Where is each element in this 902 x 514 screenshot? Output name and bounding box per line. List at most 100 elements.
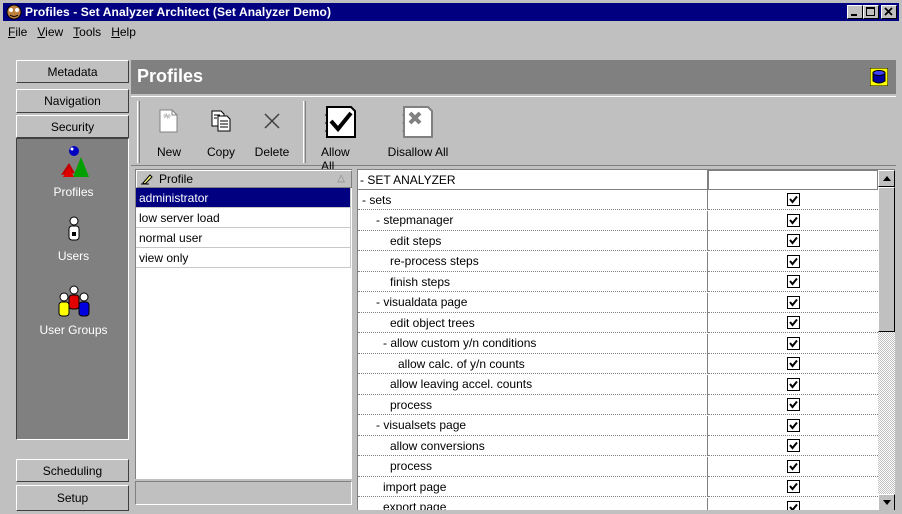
delete-icon bbox=[264, 113, 280, 129]
permission-label: - visualsets page bbox=[358, 415, 708, 436]
permission-cell bbox=[708, 354, 878, 374]
app-icon[interactable] bbox=[6, 4, 22, 20]
profile-row-view-only[interactable]: view only bbox=[136, 248, 351, 268]
scroll-thumb[interactable] bbox=[878, 187, 895, 332]
profile-row-low-server-load[interactable]: low server load bbox=[136, 208, 351, 228]
permission-row[interactable]: - sets bbox=[358, 190, 878, 210]
nav-item-users[interactable]: Users bbox=[17, 215, 130, 263]
pencil-icon bbox=[141, 174, 153, 185]
menu-file[interactable]: File bbox=[3, 25, 32, 39]
permission-label: allow leaving accel. counts bbox=[358, 374, 708, 395]
permission-label: - allow custom y/n conditions bbox=[358, 333, 708, 354]
vertical-scrollbar[interactable] bbox=[878, 170, 895, 510]
copy-button[interactable]: Copy bbox=[201, 101, 241, 163]
permission-row[interactable]: process bbox=[358, 395, 878, 415]
profile-row-normal-user[interactable]: normal user bbox=[136, 228, 351, 248]
scroll-down-button[interactable] bbox=[878, 494, 895, 510]
scroll-up-button[interactable] bbox=[878, 170, 895, 187]
permission-label: - visualdata page bbox=[358, 292, 708, 313]
permission-row[interactable]: edit object trees bbox=[358, 313, 878, 333]
permission-checkbox[interactable] bbox=[786, 295, 800, 309]
permission-row[interactable]: re-process steps bbox=[358, 251, 878, 272]
disallow-all-button[interactable]: Disallow All bbox=[383, 101, 453, 163]
window-title: Profiles - Set Analyzer Architect (Set A… bbox=[25, 5, 332, 19]
permission-checkbox[interactable] bbox=[786, 480, 800, 493]
permission-checkbox[interactable] bbox=[786, 377, 800, 391]
permission-row[interactable]: allow conversions bbox=[358, 436, 878, 456]
permission-label: finish steps bbox=[358, 272, 708, 292]
permission-cell bbox=[708, 457, 878, 477]
allow-all-icon bbox=[325, 106, 356, 138]
nav-setup-button[interactable]: Setup bbox=[16, 485, 129, 511]
security-panel: Profiles Users User Groups bbox=[16, 138, 129, 440]
checkmark-icon bbox=[788, 236, 798, 245]
permission-row[interactable]: - stepmanager bbox=[358, 210, 878, 231]
permission-tree: - SET ANALYZER - sets - stepmanager edit s… bbox=[357, 169, 895, 510]
permission-checkbox[interactable] bbox=[786, 254, 800, 268]
minimize-button[interactable] bbox=[847, 5, 863, 19]
permission-checkbox[interactable] bbox=[786, 275, 800, 288]
permission-checkbox[interactable] bbox=[786, 234, 800, 247]
nav-scheduling-button[interactable]: Scheduling bbox=[16, 459, 129, 482]
permission-root-label: - SET ANALYZER bbox=[358, 170, 708, 190]
toolbar: New Copy Delete Allow All Disallow All bbox=[131, 96, 896, 173]
permission-checkbox[interactable] bbox=[786, 398, 800, 411]
nav-item-user-groups[interactable]: User Groups bbox=[17, 285, 130, 337]
permission-row[interactable]: allow leaving accel. counts bbox=[358, 374, 878, 395]
permission-cell bbox=[708, 477, 878, 497]
profile-column-header[interactable]: Profile △ bbox=[136, 170, 352, 188]
permission-row[interactable]: import page bbox=[358, 477, 878, 497]
permission-checkbox[interactable] bbox=[786, 336, 800, 350]
permission-row[interactable]: export page bbox=[358, 497, 878, 510]
menu-help[interactable]: Help bbox=[106, 25, 141, 39]
page-header: Profiles bbox=[131, 60, 896, 94]
menu-tools[interactable]: Tools bbox=[68, 25, 106, 39]
allow-all-button[interactable]: Allow All bbox=[321, 101, 361, 173]
new-button-label: New bbox=[156, 145, 181, 159]
toolbar-grip[interactable] bbox=[137, 101, 140, 163]
delete-button[interactable]: Delete bbox=[249, 101, 295, 163]
nav-navigation-button[interactable]: Navigation bbox=[16, 89, 129, 113]
minimize-icon bbox=[851, 14, 857, 16]
permission-checkbox[interactable] bbox=[786, 500, 800, 510]
permission-row[interactable]: - allow custom y/n conditions bbox=[358, 333, 878, 354]
checkmark-icon bbox=[788, 318, 798, 327]
nav-metadata-button[interactable]: Metadata bbox=[16, 60, 129, 83]
title-bar[interactable]: Profiles - Set Analyzer Architect (Set A… bbox=[3, 3, 899, 21]
profile-row-administrator[interactable]: administrator bbox=[136, 188, 351, 208]
permission-cell bbox=[708, 334, 878, 354]
permission-root-row[interactable]: - SET ANALYZER bbox=[358, 170, 878, 190]
permission-label: process bbox=[358, 456, 708, 477]
checkmark-icon bbox=[788, 421, 798, 430]
permission-checkbox[interactable] bbox=[786, 316, 800, 329]
nav-security-button[interactable]: Security bbox=[16, 115, 129, 138]
checkmark-icon bbox=[788, 400, 798, 409]
menu-file-label: ile bbox=[15, 24, 28, 39]
disallow-all-label: Disallow All bbox=[387, 145, 449, 159]
new-button[interactable]: New bbox=[149, 101, 189, 163]
permission-checkbox[interactable] bbox=[786, 418, 800, 432]
maximize-button[interactable] bbox=[863, 5, 879, 19]
permission-cell bbox=[708, 375, 878, 395]
permission-row[interactable]: finish steps bbox=[358, 272, 878, 292]
close-button[interactable] bbox=[881, 5, 897, 19]
permission-row[interactable]: - visualdata page bbox=[358, 292, 878, 313]
permission-checkbox[interactable] bbox=[786, 357, 800, 370]
permission-row[interactable]: edit steps bbox=[358, 231, 878, 251]
permission-checkbox[interactable] bbox=[786, 193, 800, 206]
disallow-all-icon bbox=[402, 106, 433, 138]
permission-checkbox[interactable] bbox=[786, 459, 800, 473]
nav-item-profiles[interactable]: Profiles bbox=[17, 145, 130, 199]
menu-view[interactable]: View bbox=[32, 25, 68, 39]
permission-root-value[interactable] bbox=[708, 170, 878, 190]
permission-row[interactable]: allow calc. of y/n counts bbox=[358, 354, 878, 374]
database-icon[interactable] bbox=[870, 68, 888, 86]
permission-row[interactable]: process bbox=[358, 456, 878, 477]
permission-label: process bbox=[358, 395, 708, 415]
permission-checkbox[interactable] bbox=[786, 213, 800, 227]
permission-checkbox[interactable] bbox=[786, 439, 800, 452]
permission-row[interactable]: - visualsets page bbox=[358, 415, 878, 436]
permission-cell bbox=[708, 252, 878, 272]
permission-cell bbox=[708, 395, 878, 415]
permission-cell bbox=[708, 313, 878, 333]
